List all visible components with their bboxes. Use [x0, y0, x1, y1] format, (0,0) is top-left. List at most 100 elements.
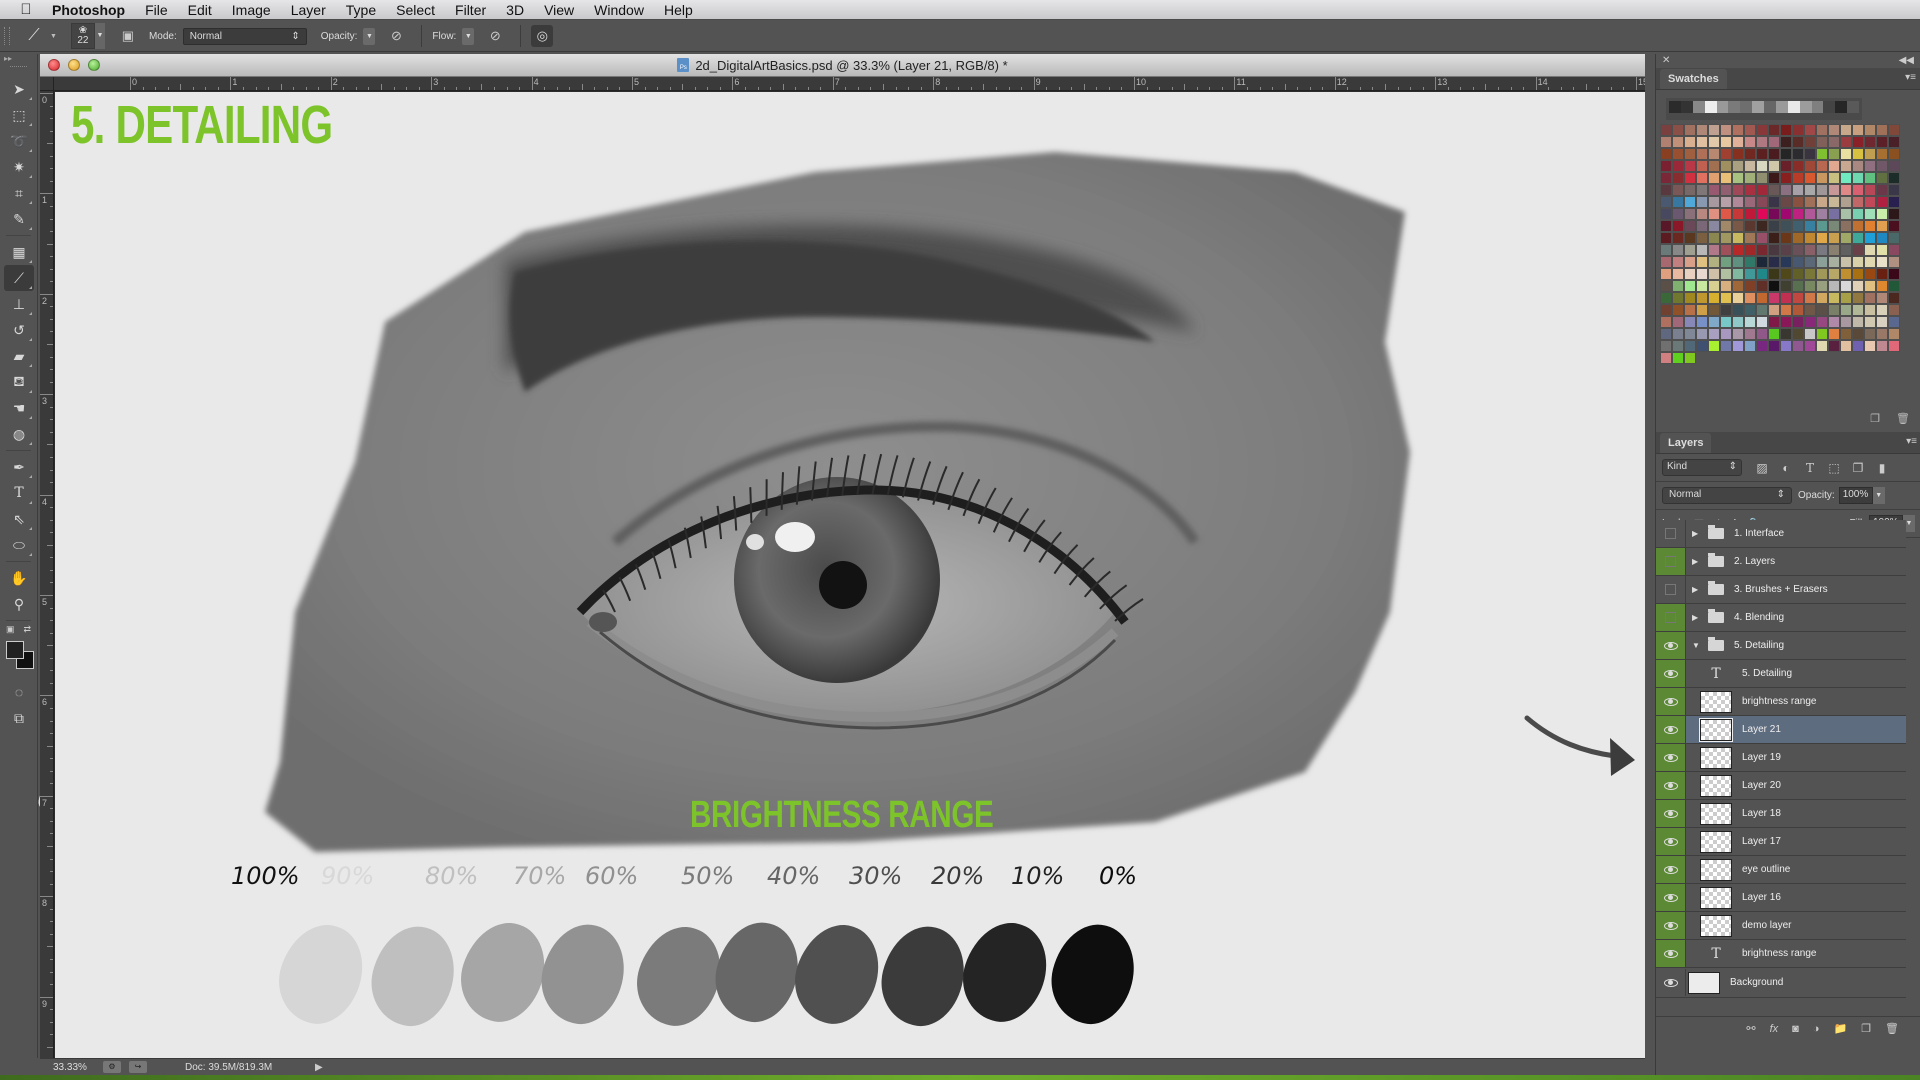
tab-layers[interactable]: Layers	[1660, 433, 1712, 453]
color-swatch[interactable]	[1720, 148, 1732, 160]
color-swatch[interactable]	[1756, 124, 1768, 136]
color-swatch[interactable]	[1864, 244, 1876, 256]
filter-kind-select[interactable]: Kind ⇕	[1662, 459, 1742, 476]
color-swatch[interactable]	[1744, 244, 1756, 256]
color-swatch[interactable]	[1684, 232, 1696, 244]
color-swatch[interactable]	[1720, 136, 1732, 148]
color-swatch[interactable]	[1696, 328, 1708, 340]
color-swatch[interactable]	[1816, 136, 1828, 148]
color-swatch[interactable]	[1792, 268, 1804, 280]
color-swatch[interactable]	[1672, 124, 1684, 136]
color-swatch[interactable]	[1864, 148, 1876, 160]
menu-help[interactable]: Help	[664, 2, 693, 18]
color-swatch[interactable]	[1660, 148, 1672, 160]
color-swatch[interactable]	[1720, 220, 1732, 232]
visibility-toggle[interactable]	[1656, 632, 1686, 659]
color-swatch[interactable]	[1780, 124, 1792, 136]
color-swatch[interactable]	[1852, 184, 1864, 196]
color-swatch[interactable]	[1672, 220, 1684, 232]
color-swatch[interactable]	[1888, 148, 1900, 160]
color-swatch[interactable]	[1852, 304, 1864, 316]
pressure-size-icon[interactable]: ◎	[531, 25, 554, 47]
visibility-toggle[interactable]	[1656, 688, 1686, 715]
layer-style-icon[interactable]: fx	[1770, 1023, 1779, 1035]
color-swatch[interactable]	[1708, 304, 1720, 316]
opacity-dropdown[interactable]: ▼	[363, 27, 376, 45]
menu-image[interactable]: Image	[232, 2, 271, 18]
smudge-tool[interactable]: ☚	[4, 395, 34, 421]
color-swatch[interactable]	[1792, 220, 1804, 232]
menu-view[interactable]: View	[544, 2, 574, 18]
panel-menu-icon[interactable]: ▾≡	[1905, 72, 1916, 83]
color-swatch[interactable]	[1888, 328, 1900, 340]
menu-file[interactable]: File	[145, 2, 168, 18]
mode-select[interactable]: Normal ⇕	[182, 27, 307, 45]
color-swatch[interactable]	[1708, 184, 1720, 196]
color-swatch[interactable]	[1828, 208, 1840, 220]
color-swatch[interactable]	[1780, 280, 1792, 292]
color-swatch[interactable]	[1792, 328, 1804, 340]
color-swatch[interactable]	[1840, 328, 1852, 340]
color-swatch[interactable]	[1744, 220, 1756, 232]
color-swatch[interactable]	[1864, 292, 1876, 304]
color-swatch[interactable]	[1876, 268, 1888, 280]
color-swatch[interactable]	[1684, 244, 1696, 256]
zoom-window-button[interactable]	[88, 59, 100, 71]
layer-row[interactable]: brightness range	[1656, 688, 1906, 716]
color-swatch[interactable]	[1876, 292, 1888, 304]
color-swatch[interactable]	[1816, 304, 1828, 316]
color-swatch[interactable]	[1792, 256, 1804, 268]
color-swatch[interactable]	[1828, 304, 1840, 316]
color-swatch[interactable]	[1672, 160, 1684, 172]
history-brush-tool[interactable]: ↺	[4, 317, 34, 343]
color-swatch[interactable]	[1816, 160, 1828, 172]
recent-swatch[interactable]	[1811, 101, 1824, 113]
color-swatch[interactable]	[1684, 172, 1696, 184]
color-swatch[interactable]	[1696, 196, 1708, 208]
color-swatch[interactable]	[1660, 196, 1672, 208]
color-swatch[interactable]	[1696, 340, 1708, 352]
color-swatch[interactable]	[1732, 304, 1744, 316]
move-tool[interactable]: ➤	[4, 76, 34, 102]
color-swatch[interactable]	[1672, 268, 1684, 280]
color-swatch[interactable]	[1720, 160, 1732, 172]
layer-group-row[interactable]: ▶ 1. Interface	[1656, 520, 1906, 548]
color-swatch[interactable]	[1816, 256, 1828, 268]
layer-row[interactable]: Background	[1656, 968, 1906, 998]
color-swatch[interactable]	[1708, 136, 1720, 148]
color-swatch[interactable]	[1840, 244, 1852, 256]
color-swatch[interactable]	[1744, 340, 1756, 352]
healing-tool[interactable]: ▦	[4, 239, 34, 265]
color-swatch[interactable]	[1864, 328, 1876, 340]
layer-row[interactable]: Layer 18	[1656, 800, 1906, 828]
color-swatch[interactable]	[1828, 172, 1840, 184]
color-swatch[interactable]	[1732, 136, 1744, 148]
color-swatch[interactable]	[1696, 244, 1708, 256]
color-swatch[interactable]	[1708, 160, 1720, 172]
menu-filter[interactable]: Filter	[455, 2, 486, 18]
color-swatch[interactable]	[1888, 316, 1900, 328]
color-swatch[interactable]	[1780, 292, 1792, 304]
color-swatch[interactable]	[1684, 268, 1696, 280]
color-swatch[interactable]	[1744, 256, 1756, 268]
color-swatch[interactable]	[1780, 256, 1792, 268]
visibility-toggle[interactable]	[1656, 969, 1686, 996]
color-swatch[interactable]	[1720, 268, 1732, 280]
color-swatch[interactable]	[1852, 268, 1864, 280]
filter-pixel-icon[interactable]: ▨	[1752, 461, 1772, 475]
quick-mask-icon[interactable]: ◌	[4, 679, 34, 705]
color-swatch[interactable]	[1684, 148, 1696, 160]
color-swatch[interactable]	[1720, 196, 1732, 208]
visibility-toggle[interactable]	[1656, 884, 1686, 911]
magic-wand-tool[interactable]: ✷	[4, 154, 34, 180]
color-swatch[interactable]	[1744, 160, 1756, 172]
color-swatch[interactable]	[1852, 136, 1864, 148]
color-swatch[interactable]	[1804, 268, 1816, 280]
color-swatch[interactable]	[1672, 232, 1684, 244]
color-swatch[interactable]	[1744, 184, 1756, 196]
brush-size-picker[interactable]: ❀ 22	[70, 23, 95, 49]
color-swatch[interactable]	[1756, 148, 1768, 160]
color-swatch[interactable]	[1852, 292, 1864, 304]
color-swatch[interactable]	[1732, 244, 1744, 256]
color-swatch[interactable]	[1840, 220, 1852, 232]
